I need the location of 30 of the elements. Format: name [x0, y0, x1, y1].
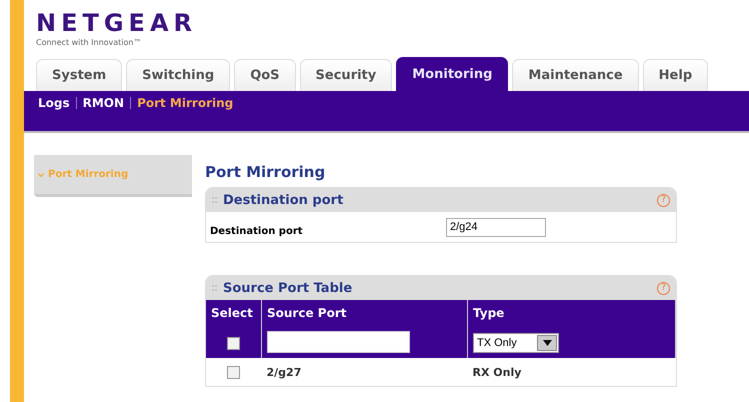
- source-port-field[interactable]: [267, 331, 410, 353]
- subnav-link[interactable]: Logs: [38, 96, 70, 110]
- subnav-link[interactable]: RMON: [82, 96, 124, 110]
- checkbox[interactable]: [227, 336, 240, 350]
- chevron-icon: [38, 172, 44, 176]
- grip-icon: [212, 196, 217, 204]
- type-dropdown[interactable]: TX Only: [473, 333, 559, 353]
- page-title: Port Mirroring: [205, 163, 326, 181]
- column-header: Source Port: [262, 300, 468, 326]
- nav-tab[interactable]: Maintenance: [512, 59, 639, 91]
- nav-tab[interactable]: Switching: [126, 59, 230, 91]
- panel-title: Source Port Table: [223, 280, 354, 296]
- subnav-link[interactable]: Port Mirroring: [137, 96, 234, 110]
- column-header: Type: [468, 300, 676, 326]
- destination-port-field[interactable]: 2/g24: [446, 218, 546, 236]
- nav-tab[interactable]: QoS: [234, 59, 296, 91]
- panel-title: Destination port: [223, 192, 344, 208]
- table-cell: RX Only: [468, 358, 676, 386]
- nav-tab[interactable]: Help: [642, 59, 708, 91]
- table-cell: 2/g27: [262, 358, 468, 386]
- grip-icon: [212, 284, 217, 292]
- nav-tab[interactable]: System: [36, 59, 122, 91]
- caret-icon: [542, 340, 552, 346]
- nav-tab[interactable]: Security: [300, 59, 392, 91]
- logo-tagline: Connect with Innovation™: [36, 38, 142, 47]
- column-header: Select: [206, 300, 262, 326]
- logo: NETGEAR: [36, 10, 198, 36]
- checkbox[interactable]: [227, 366, 240, 379]
- nav-tab[interactable]: Monitoring: [396, 57, 508, 91]
- field-label: Destination port: [210, 226, 304, 236]
